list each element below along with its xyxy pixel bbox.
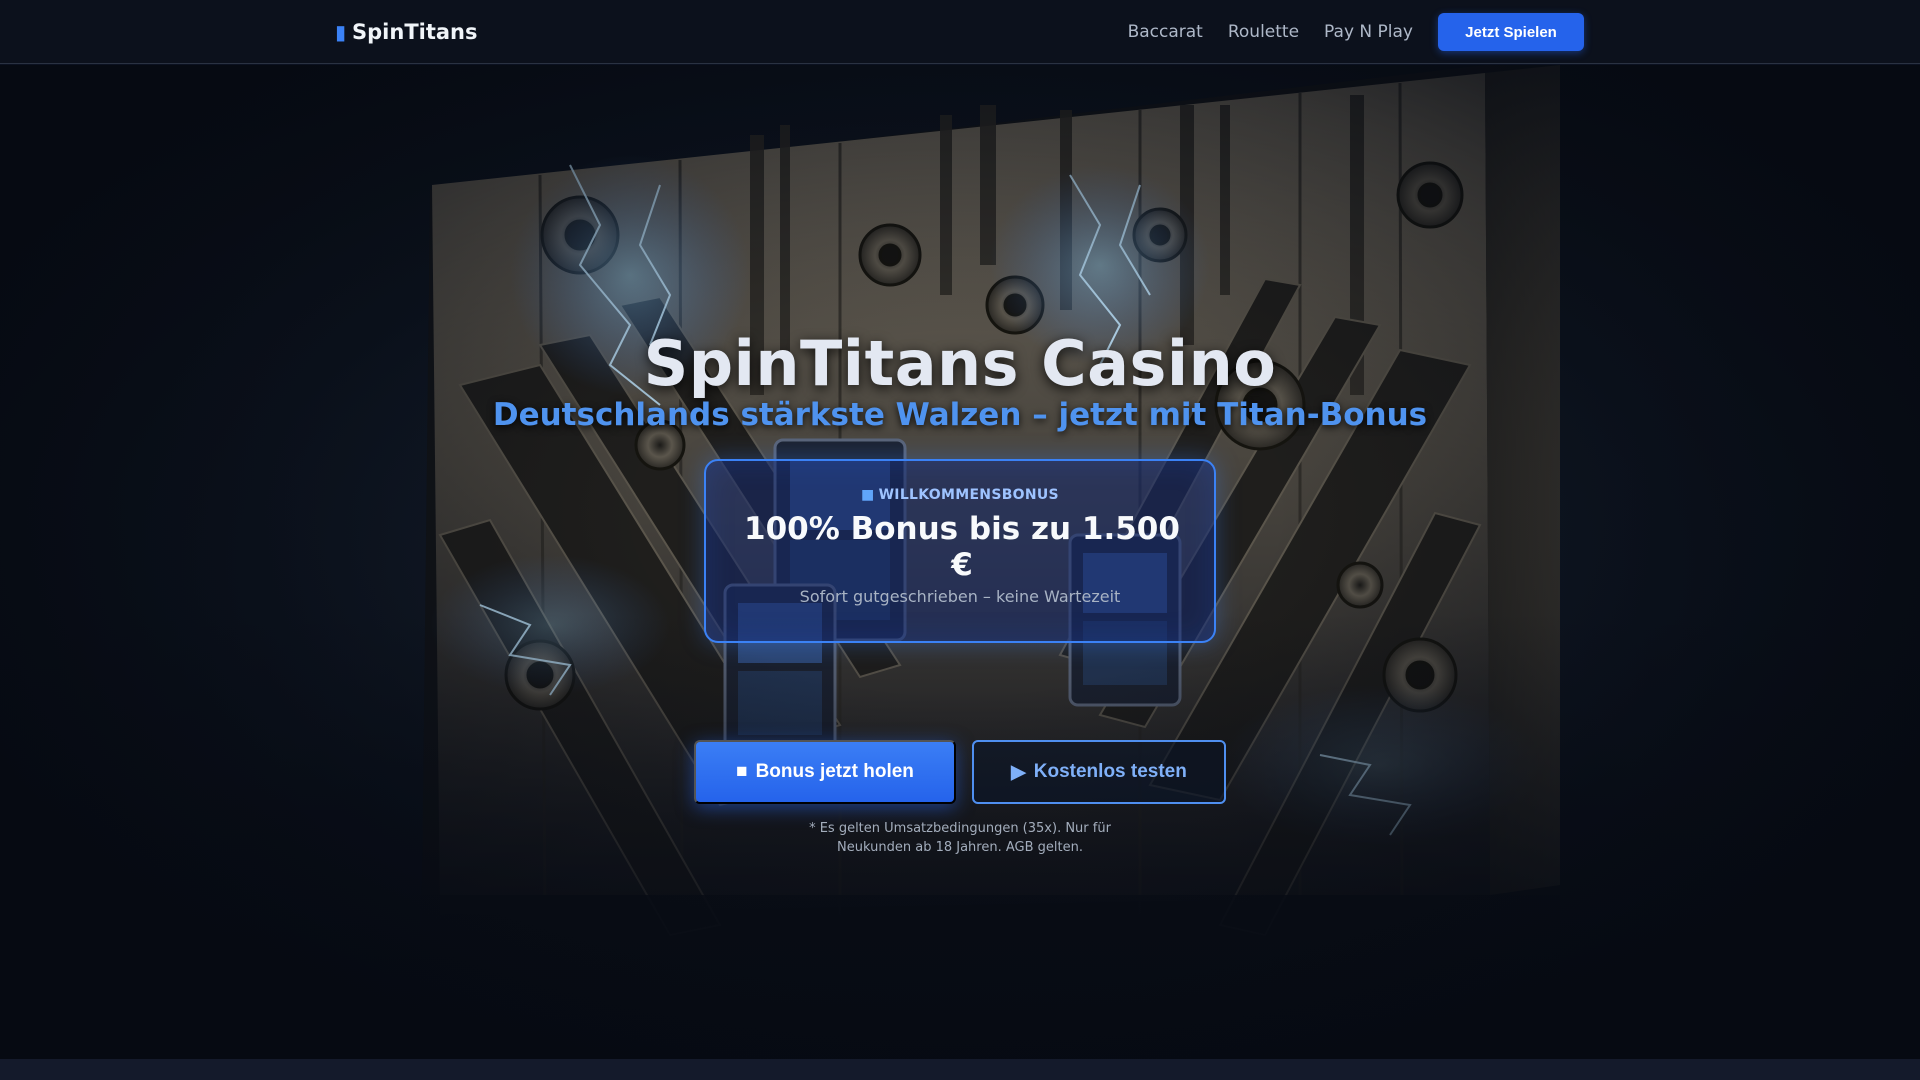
brand-logo[interactable]: ▮ SpinTitans [335, 0, 478, 64]
play-now-button[interactable]: Jetzt Spielen [1438, 13, 1584, 51]
slot-icon: ▮ [335, 20, 347, 44]
nav-links: Baccarat Roulette Pay N Play Jetzt Spiel… [1128, 0, 1584, 64]
next-section-edge [0, 1059, 1920, 1080]
bonus-note: Sofort gutgeschrieben – keine Wartezeit [799, 587, 1121, 606]
free-trial-label: Kostenlos testen [1033, 761, 1187, 782]
play-icon: ▶ [1011, 761, 1026, 783]
terms-fine-print: * Es gelten Umsatzbedingungen (35x). Nur… [809, 821, 1111, 855]
bonus-kicker: ■ WILLKOMMENSBONUS [706, 487, 1214, 503]
nav-link-roulette[interactable]: Roulette [1228, 22, 1299, 42]
nav-link-pay-n-play[interactable]: Pay N Play [1324, 22, 1413, 42]
hero-content: SpinTitans Casino Deutschlands stärkste … [0, 65, 1920, 1059]
hero-subtitle: Deutschlands stärkste Walzen – jetzt mit… [492, 397, 1428, 433]
hero-section: SpinTitans Casino Deutschlands stärkste … [0, 65, 1920, 1059]
gift-icon: ■ [736, 761, 748, 782]
gift-icon: ■ [861, 487, 875, 503]
hero-title: SpinTitans Casino [643, 327, 1277, 400]
brand-name: SpinTitans [352, 20, 478, 44]
welcome-bonus-card: ■ WILLKOMMENSBONUS 100% Bonus bis zu 1.50… [704, 459, 1216, 643]
claim-bonus-label: Bonus jetzt holen [755, 761, 914, 782]
bonus-kicker-text: WILLKOMMENSBONUS [878, 487, 1059, 503]
nav-link-baccarat[interactable]: Baccarat [1128, 22, 1203, 42]
claim-bonus-button[interactable]: ■ Bonus jetzt holen [694, 740, 956, 804]
top-navbar: ▮ SpinTitans Baccarat Roulette Pay N Pla… [0, 0, 1920, 64]
free-trial-button[interactable]: ▶ Kostenlos testen [972, 740, 1226, 804]
bonus-amount: 100% Bonus bis zu 1.500 € [744, 511, 1180, 583]
